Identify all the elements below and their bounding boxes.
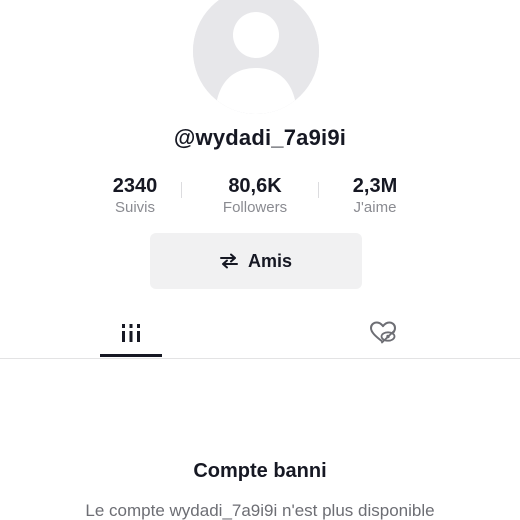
- default-avatar-icon: [193, 0, 319, 114]
- banned-title: Compte banni: [193, 460, 327, 482]
- stat-likes[interactable]: 2,3M J'aime: [315, 174, 435, 218]
- friends-button[interactable]: Amis: [150, 233, 362, 289]
- banned-message: Le compte wydadi_7a9i9i n'est plus dispo…: [85, 501, 435, 520]
- stat-followers[interactable]: 80,6K Followers: [195, 174, 315, 218]
- stat-followers-label: Followers: [222, 199, 288, 216]
- stat-likes-label: J'aime: [353, 199, 397, 216]
- stat-followers-value: 80,6K: [228, 175, 282, 197]
- stat-following[interactable]: 2340 Suivis: [75, 174, 195, 218]
- stat-divider: [181, 182, 182, 198]
- stat-likes-value: 2,3M: [352, 175, 398, 197]
- liked-hidden-heart-icon: [370, 321, 396, 344]
- stat-following-label: Suivis: [114, 199, 155, 216]
- tab-liked[interactable]: [352, 310, 414, 356]
- friends-button-label: Amis: [247, 250, 292, 271]
- stat-following-value: 2340: [112, 175, 158, 197]
- tab-videos[interactable]: [100, 310, 162, 356]
- stats-row: 2340 Suivis 80,6K Followers 2,3M J'aime: [0, 174, 520, 220]
- profile-page: @wydadi_7a9i9i 2340 Suivis 80,6K Followe…: [0, 0, 520, 520]
- grid-icon: [122, 324, 140, 342]
- profile-username: @wydadi_7a9i9i: [173, 125, 347, 150]
- profile-tabs: [0, 310, 520, 359]
- avatar[interactable]: [193, 0, 319, 114]
- active-tab-indicator: [100, 354, 162, 357]
- swap-arrows-icon: [219, 253, 238, 269]
